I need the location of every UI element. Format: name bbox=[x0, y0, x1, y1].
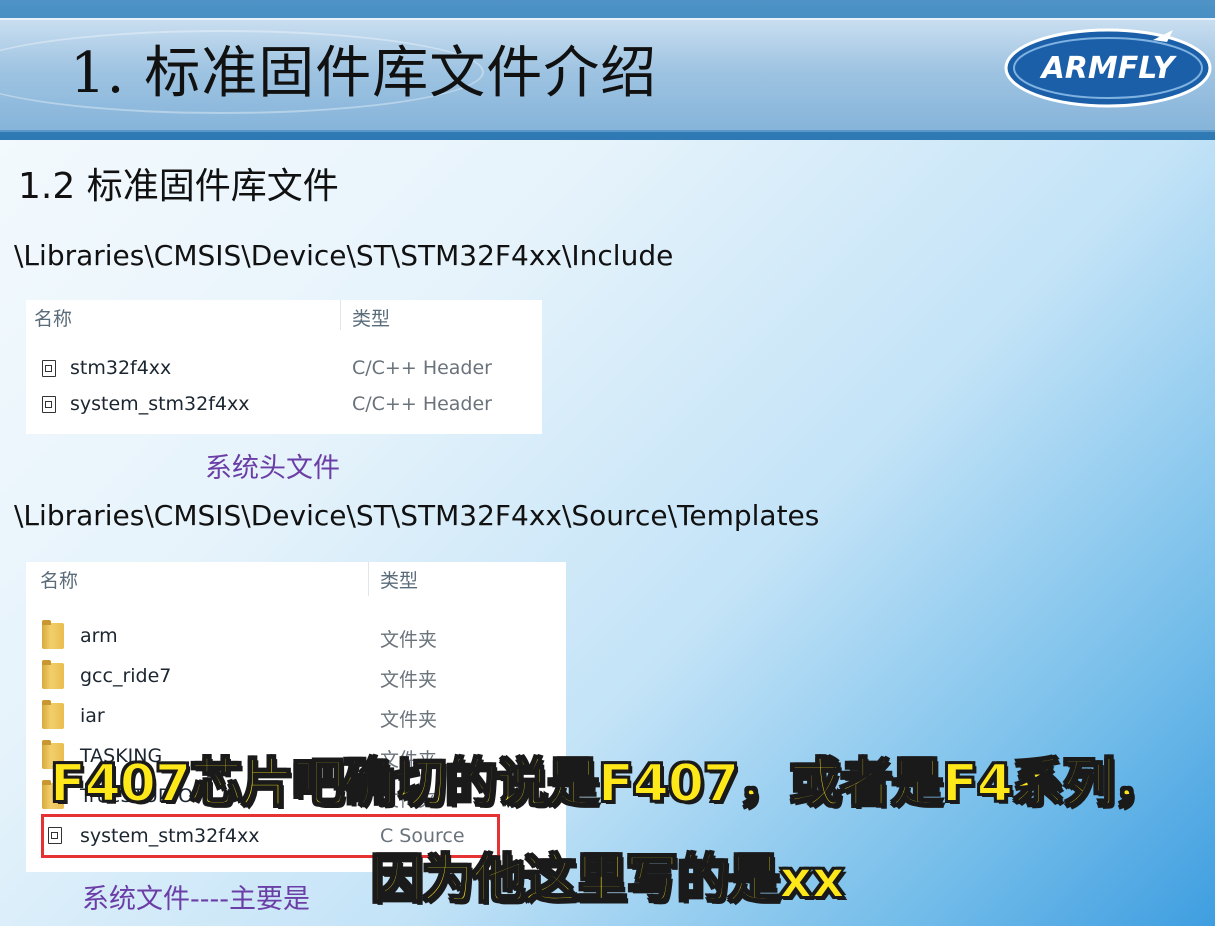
section-title: 1.2 标准固件库文件 bbox=[18, 166, 339, 207]
file-name: iar bbox=[80, 705, 105, 727]
include-file-list: 名称 类型 stm32f4xx C/C++ Header system_stm3… bbox=[26, 300, 542, 434]
subtitle-line-2: 因为他这里写的是xx bbox=[370, 849, 846, 911]
armfly-logo: ARMFLY bbox=[1004, 28, 1212, 108]
logo-text: ARMFLY bbox=[1040, 51, 1178, 86]
file-name: system_stm32f4xx bbox=[70, 393, 250, 415]
column-divider[interactable] bbox=[368, 562, 369, 596]
folder-row[interactable]: iar 文件夹 bbox=[26, 698, 566, 734]
folder-icon bbox=[42, 620, 64, 649]
folder-icon bbox=[42, 700, 64, 729]
file-type: 文件夹 bbox=[380, 629, 438, 651]
file-name: gcc_ride7 bbox=[80, 665, 172, 687]
column-header-name[interactable]: 名称 bbox=[34, 304, 72, 331]
file-type: C/C++ Header bbox=[352, 393, 492, 415]
header-file-icon bbox=[42, 396, 56, 413]
column-header-type[interactable]: 类型 bbox=[352, 304, 390, 331]
file-row[interactable]: stm32f4xx C/C++ Header bbox=[26, 352, 542, 388]
slide-title: 1. 标准固件库文件介绍 bbox=[70, 41, 658, 106]
file-type: 文件夹 bbox=[380, 709, 438, 731]
column-divider[interactable] bbox=[340, 300, 341, 330]
file-name: stm32f4xx bbox=[70, 357, 172, 379]
folder-icon bbox=[42, 660, 64, 689]
folder-row[interactable]: gcc_ride7 文件夹 bbox=[26, 658, 566, 694]
file-name: arm bbox=[80, 625, 118, 647]
slide-header: 1. 标准固件库文件介绍 ARMFLY bbox=[0, 0, 1215, 140]
templates-path: \Libraries\CMSIS\Device\ST\STM32F4xx\Sou… bbox=[14, 499, 820, 532]
folder-row[interactable]: arm 文件夹 bbox=[26, 618, 566, 654]
header-file-icon bbox=[42, 360, 56, 377]
include-caption: 系统头文件 bbox=[205, 453, 340, 484]
file-type: C/C++ Header bbox=[352, 357, 492, 379]
include-path: \Libraries\CMSIS\Device\ST\STM32F4xx\Inc… bbox=[14, 239, 674, 272]
column-header-name[interactable]: 名称 bbox=[40, 566, 78, 593]
column-header-type[interactable]: 类型 bbox=[380, 566, 418, 593]
file-row[interactable]: system_stm32f4xx C/C++ Header bbox=[26, 388, 542, 424]
subtitle-line-1: F407芯片吧确切的说是F407，或者是F4系列， bbox=[49, 753, 1167, 815]
file-type: 文件夹 bbox=[380, 669, 438, 691]
